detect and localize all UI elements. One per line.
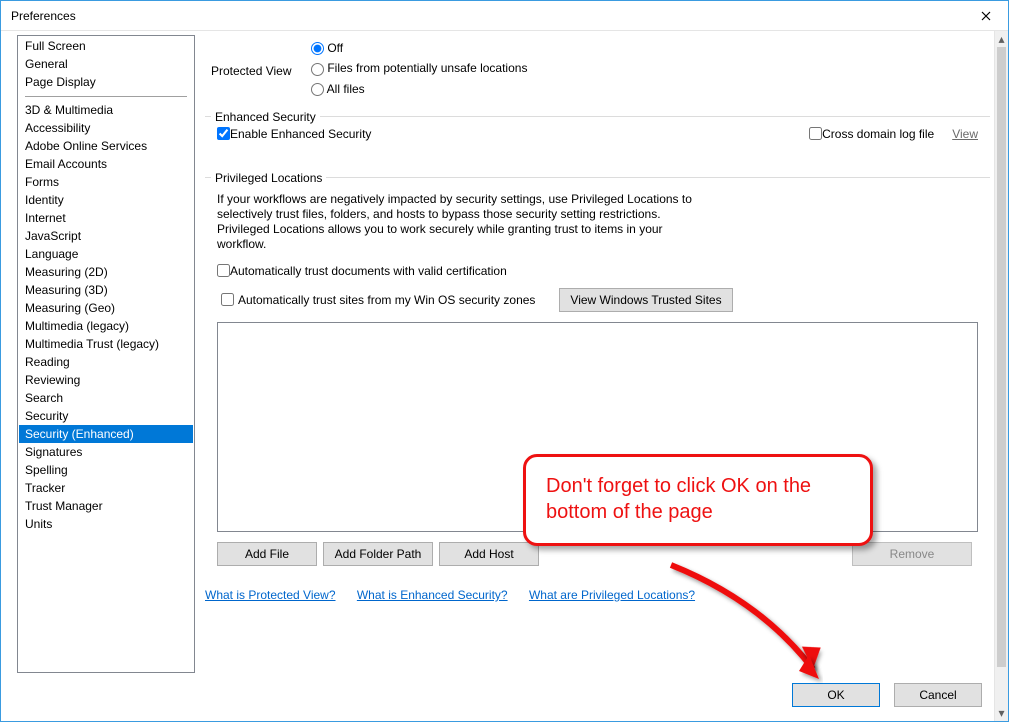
settings-panel: Protected View Off Files from potentiall…	[195, 31, 994, 673]
sidebar-item[interactable]: Reading	[19, 353, 193, 371]
ok-button[interactable]: OK	[792, 683, 880, 707]
sidebar-item[interactable]: Measuring (2D)	[19, 263, 193, 281]
sidebar-item[interactable]: Tracker	[19, 479, 193, 497]
sidebar-item[interactable]: General	[19, 55, 193, 73]
what-are-privileged-locations-link[interactable]: What are Privileged Locations?	[529, 588, 695, 602]
annotation-callout: Don't forget to click OK on the bottom o…	[523, 454, 873, 546]
sidebar-item[interactable]: Spelling	[19, 461, 193, 479]
vertical-scrollbar[interactable]: ▴ ▾	[994, 31, 1008, 721]
enable-enhanced-security-checkbox[interactable]: Enable Enhanced Security	[217, 127, 371, 141]
sidebar-item[interactable]: Forms	[19, 173, 193, 191]
sidebar-item[interactable]: Reviewing	[19, 371, 193, 389]
what-is-protected-view-link[interactable]: What is Protected View?	[205, 588, 336, 602]
sidebar-item[interactable]: Measuring (3D)	[19, 281, 193, 299]
close-icon	[981, 11, 991, 21]
auto-trust-cert-checkbox[interactable]: Automatically trust documents with valid…	[217, 264, 978, 278]
sidebar-item[interactable]: Internet	[19, 209, 193, 227]
category-sidebar[interactable]: Full ScreenGeneralPage Display 3D & Multi…	[17, 35, 195, 673]
add-file-button[interactable]: Add File	[217, 542, 317, 566]
sidebar-item[interactable]: Search	[19, 389, 193, 407]
view-log-link[interactable]: View	[952, 127, 978, 141]
sidebar-item[interactable]: Language	[19, 245, 193, 263]
cancel-button[interactable]: Cancel	[894, 683, 982, 707]
sidebar-item[interactable]: Security	[19, 407, 193, 425]
sidebar-item[interactable]: Measuring (Geo)	[19, 299, 193, 317]
sidebar-item[interactable]: Security (Enhanced)	[19, 425, 193, 443]
sidebar-item[interactable]: Multimedia (legacy)	[19, 317, 193, 335]
sidebar-item[interactable]: Full Screen	[19, 37, 193, 55]
sidebar-item[interactable]: Accessibility	[19, 119, 193, 137]
add-host-button[interactable]: Add Host	[439, 542, 539, 566]
sidebar-item[interactable]: Units	[19, 515, 193, 533]
auto-trust-zones-checkbox[interactable]: Automatically trust sites from my Win OS…	[221, 293, 535, 307]
scroll-up-icon[interactable]: ▴	[995, 31, 1008, 47]
titlebar: Preferences	[1, 1, 1008, 31]
add-folder-path-button[interactable]: Add Folder Path	[323, 542, 433, 566]
sidebar-item[interactable]: Adobe Online Services	[19, 137, 193, 155]
remove-button: Remove	[852, 542, 972, 566]
protected-view-radio-unsafe[interactable]: Files from potentially unsafe locations	[311, 61, 527, 75]
close-button[interactable]	[963, 1, 1008, 31]
window-title: Preferences	[11, 9, 963, 23]
protected-view-label: Protected View	[211, 64, 311, 78]
scroll-down-icon[interactable]: ▾	[995, 705, 1008, 721]
sidebar-item[interactable]: Multimedia Trust (legacy)	[19, 335, 193, 353]
enhanced-security-group-label: Enhanced Security	[211, 110, 320, 124]
dialog-footer: OK Cancel	[1, 673, 994, 721]
sidebar-item[interactable]: 3D & Multimedia	[19, 101, 193, 119]
sidebar-item[interactable]: Signatures	[19, 443, 193, 461]
privileged-locations-group-label: Privileged Locations	[211, 171, 326, 185]
annotation-text: Don't forget to click OK on the bottom o…	[546, 473, 850, 525]
protected-view-radio-off[interactable]: Off	[311, 41, 527, 55]
protected-view-radio-all[interactable]: All files	[311, 82, 527, 96]
sidebar-item[interactable]: Trust Manager	[19, 497, 193, 515]
protected-view-options: Off Files from potentially unsafe locati…	[311, 41, 527, 102]
sidebar-divider	[25, 96, 187, 97]
help-links: What is Protected View? What is Enhanced…	[205, 588, 990, 602]
view-trusted-sites-button[interactable]: View Windows Trusted Sites	[559, 288, 732, 312]
sidebar-item[interactable]: JavaScript	[19, 227, 193, 245]
sidebar-item[interactable]: Page Display	[19, 73, 193, 91]
sidebar-item[interactable]: Identity	[19, 191, 193, 209]
cross-domain-log-checkbox[interactable]: Cross domain log file	[809, 127, 934, 141]
enhanced-security-group: Enhanced Security Enable Enhanced Securi…	[205, 102, 990, 151]
sidebar-item[interactable]: Email Accounts	[19, 155, 193, 173]
what-is-enhanced-security-link[interactable]: What is Enhanced Security?	[357, 588, 508, 602]
scrollbar-thumb[interactable]	[997, 47, 1006, 667]
privileged-locations-description: If your workflows are negatively impacte…	[217, 192, 707, 252]
